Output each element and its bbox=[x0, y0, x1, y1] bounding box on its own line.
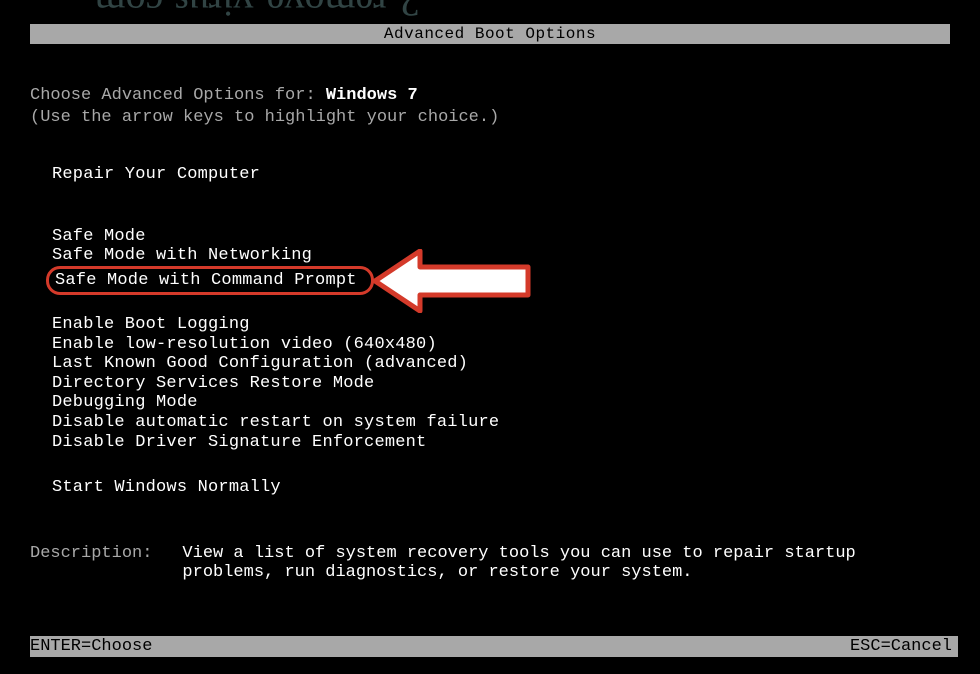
group-repair: Repair Your Computer bbox=[52, 165, 950, 185]
option-disable-auto-restart[interactable]: Disable automatic restart on system fail… bbox=[52, 413, 950, 433]
footer-bar: ENTER=Choose ESC=Cancel bbox=[30, 636, 958, 657]
title-bar: Advanced Boot Options bbox=[30, 24, 950, 44]
group-advanced: Enable Boot Logging Enable low-resolutio… bbox=[52, 315, 950, 452]
option-start-normally[interactable]: Start Windows Normally bbox=[52, 478, 950, 498]
watermark-text: 2-remove-virus.com bbox=[95, 0, 420, 26]
option-debugging-mode[interactable]: Debugging Mode bbox=[52, 393, 950, 413]
footer-enter: ENTER=Choose bbox=[30, 637, 152, 656]
option-repair-computer[interactable]: Repair Your Computer bbox=[52, 165, 950, 185]
subtitle: Choose Advanced Options for: Windows 7 bbox=[30, 86, 950, 106]
subtitle-prefix: Choose Advanced Options for: bbox=[30, 86, 326, 105]
option-disable-driver-sig[interactable]: Disable Driver Signature Enforcement bbox=[52, 433, 950, 453]
option-safe-mode[interactable]: Safe Mode bbox=[52, 227, 950, 247]
option-enable-boot-logging[interactable]: Enable Boot Logging bbox=[52, 315, 950, 335]
description-label: Description: bbox=[30, 544, 152, 583]
description-row: Description: View a list of system recov… bbox=[30, 544, 950, 583]
option-last-known-good[interactable]: Last Known Good Configuration (advanced) bbox=[52, 354, 950, 374]
footer-esc: ESC=Cancel bbox=[850, 637, 952, 656]
option-directory-services-restore[interactable]: Directory Services Restore Mode bbox=[52, 374, 950, 394]
os-name: Windows 7 bbox=[326, 86, 418, 105]
main-content: Choose Advanced Options for: Windows 7 (… bbox=[0, 44, 980, 583]
description-text: View a list of system recovery tools you… bbox=[182, 544, 950, 583]
option-safe-mode-command-prompt[interactable]: Safe Mode with Command Prompt bbox=[46, 266, 374, 296]
group-normal: Start Windows Normally bbox=[52, 478, 950, 498]
instruction-text: (Use the arrow keys to highlight your ch… bbox=[30, 108, 950, 128]
pointer-arrow-icon bbox=[370, 249, 535, 313]
option-low-res-video[interactable]: Enable low-resolution video (640x480) bbox=[52, 335, 950, 355]
